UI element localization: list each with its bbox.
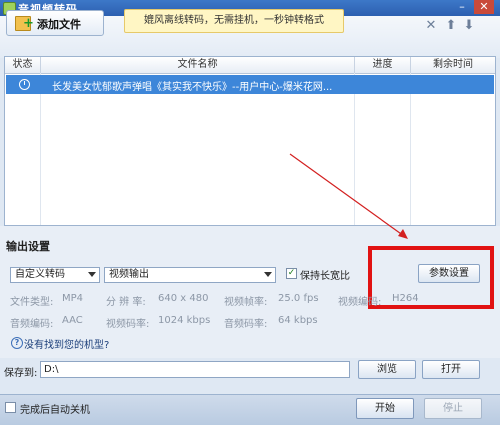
add-file-label: 添加文件 [37, 18, 81, 31]
delete-icon[interactable]: ✕ [424, 18, 438, 33]
keep-ratio-label: 保持长宽比 [300, 271, 350, 282]
vcodec-value: H264 [392, 293, 419, 304]
resolution-value: 640 x 480 [158, 293, 209, 304]
preset-select-value: 自定义转码 [15, 269, 65, 280]
auto-shutdown-checkbox[interactable] [5, 402, 16, 413]
column-header-filename[interactable]: 文件名称 [41, 57, 355, 73]
file-name: 长发美女忧郁歌声弹唱《其实我不快乐》--用户中心-爆米花网... [52, 82, 333, 93]
save-to-label: 保存到: [4, 368, 38, 379]
list-header: 状态 文件名称 进度 剩余时间 [5, 57, 495, 74]
resolution-label: 分 辨 率: [106, 297, 146, 308]
keep-ratio-checkbox[interactable]: ✓ [286, 268, 297, 279]
vbitrate-value: 1024 kbps [158, 315, 211, 326]
chevron-down-icon [264, 272, 272, 277]
vcodec-label: 视频编码: [338, 297, 382, 308]
device-not-found-link[interactable]: 没有找到您的机型? [24, 336, 109, 351]
acodec-value: AAC [62, 315, 83, 326]
framerate-label: 视频帧率: [224, 297, 268, 308]
file-list[interactable]: 状态 文件名称 进度 剩余时间 长发美女忧郁歌声弹唱《其实我不快乐》--用户中心… [4, 56, 496, 226]
vbitrate-label: 视频码率: [106, 319, 150, 330]
acodec-label: 音频编码: [10, 319, 54, 330]
chevron-down-icon [88, 272, 96, 277]
promo-banner[interactable]: 媲风离线转码，无需挂机，一秒钟转格式 [124, 9, 344, 33]
save-path-input[interactable]: D:\ [40, 361, 350, 378]
format-select-value: 视频输出 [109, 269, 149, 280]
auto-shutdown-label: 完成后自动关机 [20, 405, 90, 416]
folder-add-icon [15, 16, 34, 31]
help-icon[interactable]: ? [11, 337, 23, 349]
open-folder-button[interactable]: 打开 [422, 360, 480, 379]
column-divider [40, 73, 41, 225]
browse-button[interactable]: 浏览 [358, 360, 416, 379]
add-file-button[interactable]: 添加文件 [6, 10, 104, 36]
param-settings-button[interactable]: 参数设置 [418, 264, 480, 283]
abitrate-value: 64 kbps [278, 315, 318, 326]
stop-button[interactable]: 停止 [424, 398, 482, 419]
column-header-status[interactable]: 状态 [5, 57, 41, 73]
abitrate-label: 音频码率: [224, 319, 268, 330]
preset-select[interactable]: 自定义转码 [10, 267, 100, 283]
table-row[interactable]: 长发美女忧郁歌声弹唱《其实我不快乐》--用户中心-爆米花网... [6, 75, 494, 94]
start-button[interactable]: 开始 [356, 398, 414, 419]
file-type-label: 文件类型: [10, 297, 54, 308]
column-header-remaining[interactable]: 剩余时间 [411, 57, 495, 73]
annotation-arrow [289, 153, 408, 239]
output-settings-title: 输出设置 [6, 240, 50, 253]
file-type-value: MP4 [62, 293, 84, 304]
clock-icon [19, 79, 30, 90]
close-icon[interactable]: ✕ [474, 0, 494, 14]
move-down-icon[interactable]: ⬇ [462, 18, 476, 33]
framerate-value: 25.0 fps [278, 293, 319, 304]
format-select[interactable]: 视频输出 [104, 267, 276, 283]
column-header-progress[interactable]: 进度 [355, 57, 411, 73]
move-up-icon[interactable]: ⬆ [444, 18, 458, 33]
minimize-icon[interactable]: – [452, 0, 472, 14]
